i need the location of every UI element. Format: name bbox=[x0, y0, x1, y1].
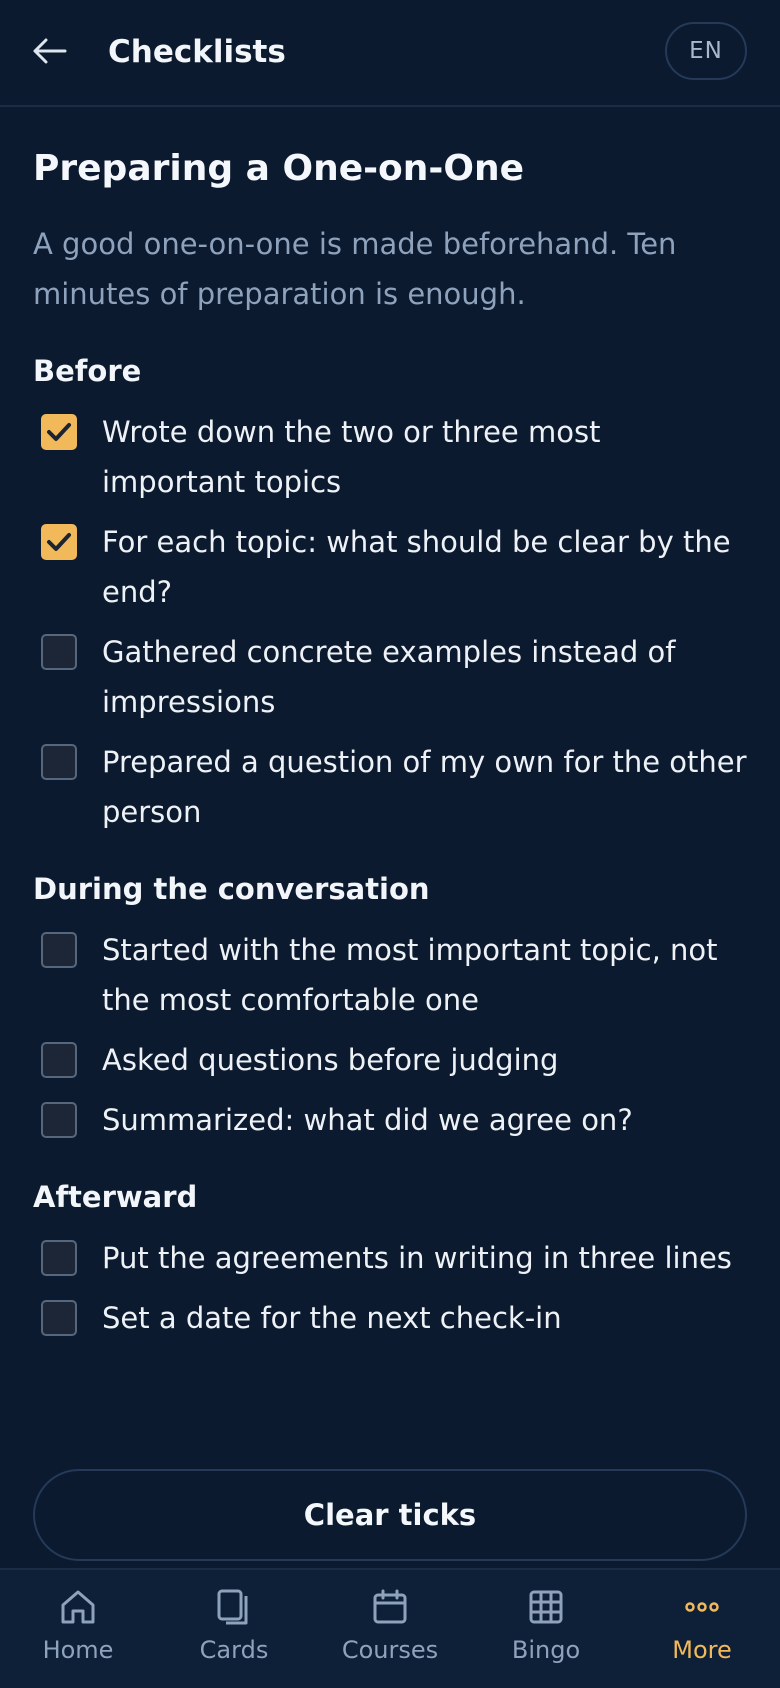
nav-label: More bbox=[672, 1636, 732, 1664]
header-title: Checklists bbox=[108, 34, 286, 70]
checkbox[interactable] bbox=[41, 932, 77, 968]
checklist-item[interactable]: Set a date for the next check-in bbox=[33, 1293, 748, 1343]
checklist-item[interactable]: Prepared a question of my own for the ot… bbox=[33, 737, 748, 837]
app-header: Checklists EN bbox=[0, 0, 780, 107]
nav-item-more[interactable]: More bbox=[624, 1570, 780, 1688]
nav-label: Cards bbox=[199, 1636, 269, 1664]
calendar-icon bbox=[370, 1586, 410, 1628]
checklist-item-label: Gathered concrete examples instead of im… bbox=[102, 635, 676, 719]
back-button[interactable] bbox=[30, 30, 70, 74]
checklist-item[interactable]: For each topic: what should be clear by … bbox=[33, 517, 748, 617]
checkbox[interactable] bbox=[41, 1102, 77, 1138]
cards-icon bbox=[214, 1586, 254, 1628]
checkbox[interactable] bbox=[41, 1042, 77, 1078]
section-title: Before bbox=[33, 354, 142, 388]
checkbox[interactable] bbox=[41, 1300, 77, 1336]
checkbox[interactable] bbox=[41, 1240, 77, 1276]
checklist-item[interactable]: Summarized: what did we agree on? bbox=[33, 1095, 748, 1145]
checklist-item-label: Prepared a question of my own for the ot… bbox=[102, 745, 747, 829]
checkbox[interactable] bbox=[41, 524, 77, 560]
checklist-item-label: Asked questions before judging bbox=[102, 1043, 559, 1077]
nav-item-courses[interactable]: Courses bbox=[312, 1570, 468, 1688]
nav-item-home[interactable]: Home bbox=[0, 1570, 156, 1688]
section-title: During the conversation bbox=[33, 872, 430, 906]
checkmark-icon bbox=[47, 533, 71, 551]
checklist-item[interactable]: Asked questions before judging bbox=[33, 1035, 748, 1085]
section-before: Before Wrote down the two or three most … bbox=[33, 351, 748, 837]
section-during: During the conversation Started with the… bbox=[33, 869, 748, 1145]
checkbox[interactable] bbox=[41, 744, 77, 780]
nav-item-cards[interactable]: Cards bbox=[156, 1570, 312, 1688]
section-afterward: Afterward Put the agreements in writing … bbox=[33, 1177, 748, 1343]
checkbox[interactable] bbox=[41, 414, 77, 450]
more-dots-icon bbox=[682, 1586, 722, 1628]
checkbox[interactable] bbox=[41, 634, 77, 670]
arrow-left-icon bbox=[33, 32, 67, 73]
page-title: Preparing a One-on-One bbox=[33, 148, 525, 189]
checklist-item-label: Wrote down the two or three most importa… bbox=[102, 415, 601, 499]
language-button[interactable]: EN bbox=[665, 22, 747, 80]
checklist-item-label: For each topic: what should be clear by … bbox=[102, 525, 731, 609]
checklist-item-label: Summarized: what did we agree on? bbox=[102, 1103, 633, 1137]
intro-text: A good one-on-one is made beforehand. Te… bbox=[33, 227, 677, 311]
checklist-item-label: Set a date for the next check-in bbox=[102, 1301, 562, 1335]
checklist-item[interactable]: Wrote down the two or three most importa… bbox=[33, 407, 748, 507]
checklist-item[interactable]: Gathered concrete examples instead of im… bbox=[33, 627, 748, 727]
nav-label: Home bbox=[42, 1636, 114, 1664]
bottom-nav: Home Cards Courses Bingo More bbox=[0, 1568, 780, 1688]
section-title: Afterward bbox=[33, 1180, 198, 1214]
grid-icon bbox=[526, 1586, 566, 1628]
checklist-item[interactable]: Put the agreements in writing in three l… bbox=[33, 1233, 748, 1283]
checklist-item-label: Put the agreements in writing in three l… bbox=[102, 1241, 732, 1275]
nav-label: Courses bbox=[341, 1636, 439, 1664]
nav-label: Bingo bbox=[511, 1636, 581, 1664]
checklist-content: Preparing a One-on-One A good one-on-one… bbox=[33, 107, 748, 1343]
checkmark-icon bbox=[47, 423, 71, 441]
checklist-item[interactable]: Started with the most important topic, n… bbox=[33, 925, 748, 1025]
checklist-item-label: Started with the most important topic, n… bbox=[102, 933, 718, 1017]
clear-ticks-button[interactable]: Clear ticks bbox=[33, 1469, 747, 1561]
home-icon bbox=[58, 1586, 98, 1628]
nav-item-bingo[interactable]: Bingo bbox=[468, 1570, 624, 1688]
